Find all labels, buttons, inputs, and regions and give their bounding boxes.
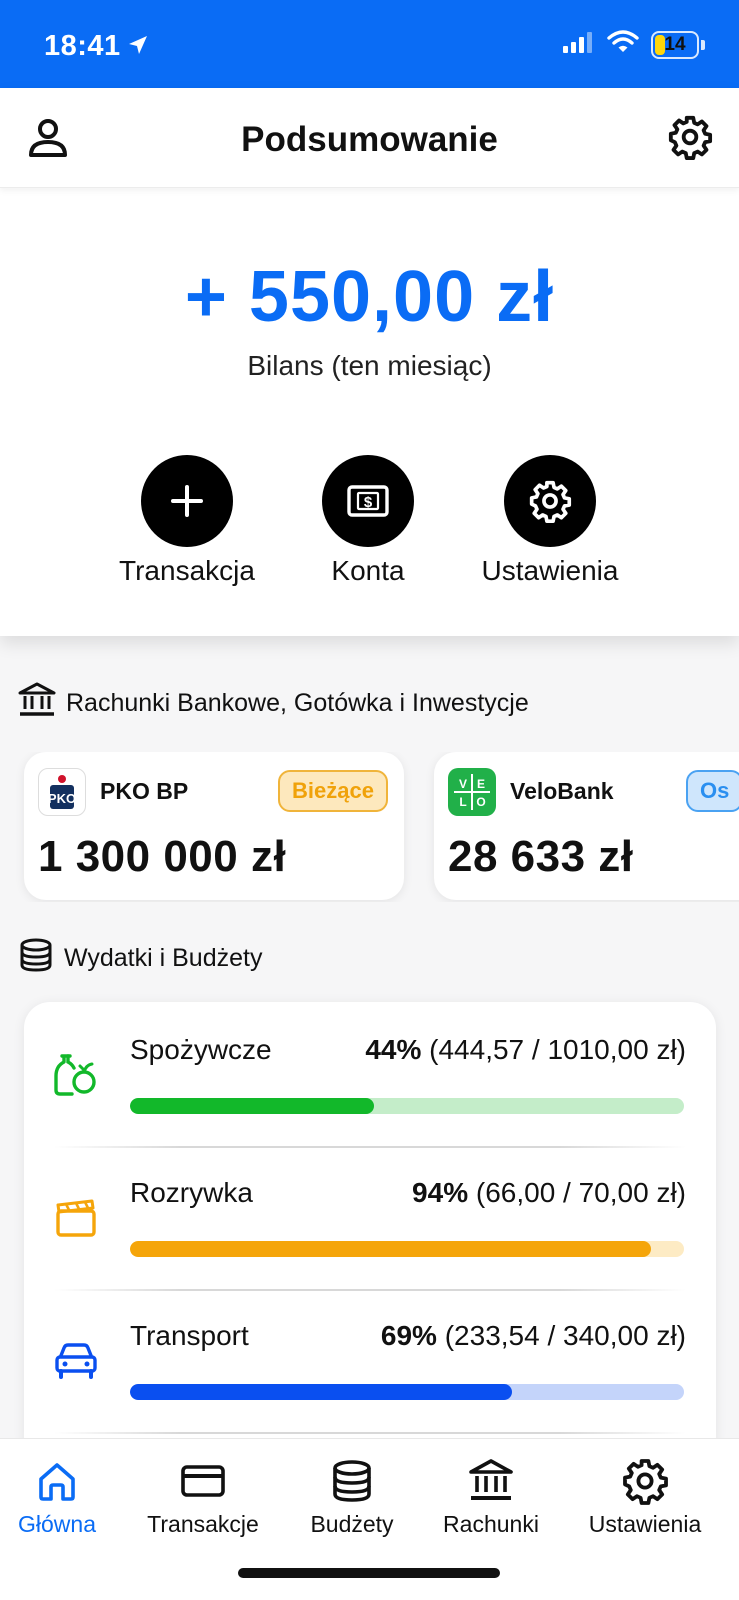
budget-percent: 94%: [412, 1177, 469, 1208]
action-label: Konta: [331, 555, 405, 586]
budget-stats: 94% (66,00 / 70,00 zł): [412, 1177, 686, 1209]
money-icon: $: [322, 455, 414, 547]
tab-settings[interactable]: Ustawienia: [570, 1457, 720, 1538]
pko-logo-icon: PKO: [38, 768, 86, 816]
budget-detail: (233,54 / 340,00 zł): [444, 1320, 686, 1351]
gear-icon[interactable]: [667, 114, 713, 160]
account-balance: 1 300 000 zł: [38, 832, 287, 881]
bank-icon: [18, 682, 56, 725]
budget-progress-fill: [130, 1241, 651, 1257]
budgets-card: Spożywcze 44% (444,57 / 1010,00 zł) Rozr…: [24, 1002, 716, 1462]
budget-row[interactable]: Spożywcze 44% (444,57 / 1010,00 zł): [24, 1002, 716, 1148]
budget-detail: (444,57 / 1010,00 zł): [429, 1034, 686, 1065]
svg-text:O: O: [476, 795, 485, 809]
status-time: 18:41: [44, 30, 121, 62]
gear-icon: [621, 1457, 669, 1505]
budget-progress-track: [130, 1384, 684, 1400]
section-title: Wydatki i Budżety: [64, 944, 263, 972]
summary-card: Podsumowanie + 550,00 zł Bilans (ten mie…: [0, 88, 739, 636]
svg-text:L: L: [459, 795, 466, 809]
account-card[interactable]: V E L O VeloBank Os 28 633 zł: [434, 752, 739, 900]
account-type-badge: Bieżące: [278, 770, 388, 812]
database-icon: [18, 937, 54, 980]
tab-label: Rachunki: [443, 1511, 539, 1537]
budget-name: Transport: [130, 1320, 249, 1351]
svg-text:$: $: [364, 494, 373, 511]
budget-percent: 69%: [380, 1320, 437, 1351]
account-name: VeloBank: [510, 778, 614, 804]
battery-icon: 14: [651, 30, 699, 59]
budget-name: Rozrywka: [130, 1177, 253, 1208]
budget-row[interactable]: Transport 69% (233,54 / 340,00 zł): [24, 1288, 716, 1434]
account-type-badge: Os: [686, 770, 739, 812]
tab-budgets[interactable]: Budżety: [277, 1457, 427, 1538]
gear-icon: [504, 455, 596, 547]
database-icon: [328, 1457, 376, 1505]
grocery-icon: [52, 1050, 100, 1098]
budget-progress-track: [130, 1098, 684, 1114]
wifi-icon: [607, 30, 639, 59]
velobank-logo-icon: V E L O: [448, 768, 496, 816]
plus-icon: [141, 455, 233, 547]
account-balance: 28 633 zł: [448, 832, 634, 881]
budget-progress-track: [130, 1241, 684, 1257]
budget-row[interactable]: Rozrywka 94% (66,00 / 70,00 zł): [24, 1145, 716, 1291]
budget-progress-fill: [130, 1384, 513, 1400]
home-indicator: [238, 1568, 500, 1578]
tab-label: Główna: [18, 1511, 96, 1537]
account-card[interactable]: PKO PKO BP Bieżące 1 300 000 zł: [24, 752, 404, 900]
bank-icon: [467, 1457, 515, 1505]
svg-text:E: E: [477, 777, 485, 791]
svg-text:PKO: PKO: [48, 791, 76, 806]
tab-accounts[interactable]: Rachunki: [416, 1457, 566, 1538]
accounts-section-header: Rachunki Bankowe, Gotówka i Inwestycje: [18, 682, 529, 725]
svg-text:V: V: [459, 777, 467, 791]
header: Podsumowanie: [0, 88, 739, 188]
status-bar: 18:41 14: [0, 0, 739, 88]
tab-label: Budżety: [310, 1511, 394, 1537]
card-icon: [179, 1457, 227, 1505]
car-icon: [52, 1336, 100, 1384]
account-name: PKO BP: [100, 778, 189, 804]
budget-stats: 44% (444,57 / 1010,00 zł): [365, 1034, 686, 1066]
budget-stats: 69% (233,54 / 340,00 zł): [381, 1320, 686, 1352]
budgets-section-header: Wydatki i Budżety: [18, 937, 262, 980]
tab-home[interactable]: Główna: [0, 1457, 132, 1538]
page-title: Podsumowanie: [241, 120, 498, 159]
tab-label: Transakcje: [147, 1511, 259, 1537]
section-title: Rachunki Bankowe, Gotówka i Inwestycje: [66, 689, 529, 717]
settings-button[interactable]: Ustawienia: [450, 455, 650, 587]
action-label: Transakcja: [119, 555, 255, 586]
balance-label: Bilans (ten miesiąc): [247, 350, 492, 381]
clapperboard-icon: [52, 1193, 100, 1241]
budget-progress-fill: [130, 1098, 374, 1114]
accounts-button[interactable]: $ Konta: [268, 455, 468, 587]
home-icon: [33, 1457, 81, 1505]
balance-amount: + 550,00 zł: [184, 257, 555, 337]
accounts-carousel[interactable]: PKO PKO BP Bieżące 1 300 000 zł V E L O …: [0, 752, 739, 902]
signal-icon: [563, 31, 595, 58]
action-label: Ustawienia: [481, 555, 619, 586]
tab-transactions[interactable]: Transakcje: [128, 1457, 278, 1538]
budget-detail: (66,00 / 70,00 zł): [475, 1177, 686, 1208]
budget-name: Spożywcze: [130, 1034, 272, 1065]
battery-level: 14: [664, 33, 686, 55]
add-transaction-button[interactable]: Transakcja: [87, 455, 287, 587]
location-arrow-icon: [126, 33, 150, 62]
budget-percent: 44%: [365, 1034, 422, 1065]
tab-label: Ustawienia: [588, 1511, 702, 1537]
